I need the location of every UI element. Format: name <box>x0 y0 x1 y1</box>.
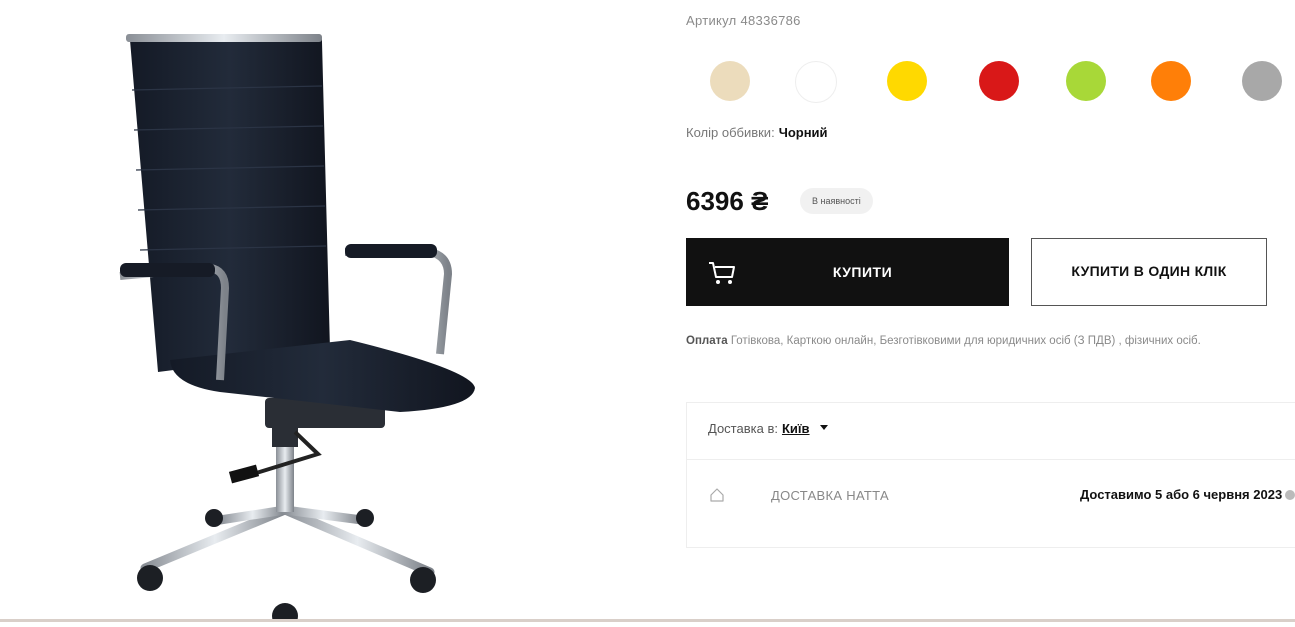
payment-text: Готівкова, Карткою онлайн, Безготівковим… <box>730 335 1201 347</box>
info-icon[interactable] <box>1285 490 1295 500</box>
article-number: Артикул 48336786 <box>686 13 801 28</box>
product-image[interactable] <box>100 20 500 627</box>
delivery-panel: Доставка в: Київ ДОСТАВКА НАТТА Доставимо… <box>686 402 1295 548</box>
swatch-lime[interactable] <box>1066 61 1106 101</box>
payment-label: Оплата <box>686 335 728 347</box>
delivery-method: ДОСТАВКА НАТТА <box>771 488 889 503</box>
delivery-date-text: Доставимо 5 або 6 червня 2023 <box>1080 487 1283 502</box>
product-price: 6396 ₴ <box>686 186 769 216</box>
delivery-date: Доставимо 5 або 6 червня 2023 <box>1080 488 1295 502</box>
delivery-divider <box>687 459 1295 460</box>
stock-badge: В наявності <box>800 188 873 214</box>
upholstery-label: Колір оббивки: <box>686 125 775 140</box>
delivery-home-icon <box>710 488 724 502</box>
swatch-yellow[interactable] <box>887 61 927 101</box>
upholstery-color: Колір оббивки: Чорний <box>686 125 828 140</box>
upholstery-value: Чорний <box>778 125 828 140</box>
swatch-orange[interactable] <box>1151 61 1191 101</box>
delivery-city-link[interactable]: Київ <box>782 421 810 436</box>
buy-button-label: КУПИТИ <box>832 264 893 280</box>
chair-illustration <box>119 34 475 627</box>
chevron-down-icon[interactable] <box>819 425 828 430</box>
buy-one-click-button[interactable]: КУПИТИ В ОДИН КЛІК <box>1031 238 1267 306</box>
payment-info: Оплата Готівкова, Карткою онлайн, Безгот… <box>686 332 1291 350</box>
delivery-label: Доставка в: <box>708 421 778 436</box>
buy-button[interactable]: КУПИТИ <box>686 238 1009 306</box>
delivery-city-selector[interactable]: Доставка в: Київ <box>708 421 828 436</box>
swatch-beige[interactable] <box>710 61 750 101</box>
swatch-red[interactable] <box>979 61 1019 101</box>
swatch-gray[interactable] <box>1242 61 1282 101</box>
swatch-white[interactable] <box>795 61 837 103</box>
